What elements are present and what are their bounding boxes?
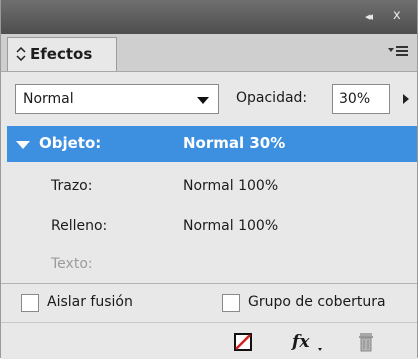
- triangle-right-icon[interactable]: [403, 94, 409, 104]
- chevron-down-icon: [197, 97, 209, 104]
- clear-effects-icon[interactable]: [233, 331, 253, 353]
- checkbox-label: Aislar fusión: [47, 294, 133, 310]
- list-item-fill[interactable]: Relleno: Normal 100%: [7, 208, 417, 248]
- bottom-toolbar: fx: [1, 322, 417, 359]
- opacity-label: Opacidad:: [236, 90, 308, 106]
- level-value: Normal 100%: [183, 178, 279, 194]
- level-name: Relleno:: [51, 218, 108, 234]
- list-item-text: Texto:: [7, 248, 417, 282]
- level-name: Texto:: [51, 256, 93, 272]
- fx-glyph: fx: [291, 332, 310, 352]
- disclosure-triangle-icon[interactable]: [16, 141, 30, 149]
- level-name: Objeto:: [39, 134, 102, 152]
- divider: [1, 283, 417, 284]
- up-down-arrows-icon: [16, 47, 26, 61]
- effects-level-list: Objeto: Normal 30% Trazo: Normal 100% Re…: [7, 126, 417, 286]
- trash-icon[interactable]: [356, 331, 376, 353]
- tab-efectos[interactable]: Efectos: [7, 37, 117, 71]
- blend-mode-value: Normal: [23, 91, 74, 107]
- close-icon[interactable]: x: [393, 9, 405, 23]
- level-value: Normal 30%: [183, 134, 286, 152]
- knockout-group-checkbox[interactable]: Grupo de cobertura: [222, 294, 412, 314]
- blend-mode-select[interactable]: Normal: [15, 84, 219, 114]
- tab-label: Efectos: [30, 45, 93, 63]
- isolate-blending-checkbox[interactable]: Aislar fusión: [21, 294, 181, 314]
- double-chevron-left-icon[interactable]: ◂◂: [365, 11, 383, 23]
- panel-menu-icon[interactable]: [387, 44, 409, 58]
- fx-button[interactable]: fx: [290, 331, 326, 353]
- fx-icon: fx: [291, 332, 322, 352]
- list-item-stroke[interactable]: Trazo: Normal 100%: [7, 168, 417, 208]
- list-item-object[interactable]: Objeto: Normal 30%: [7, 126, 417, 162]
- level-value: Normal 100%: [183, 218, 279, 234]
- checkbox-box[interactable]: [222, 294, 240, 312]
- checkbox-box[interactable]: [21, 294, 39, 312]
- panel-tab-bar: Efectos: [1, 34, 417, 72]
- opacity-input[interactable]: [332, 84, 390, 114]
- effects-panel: ◂◂ x Efectos Normal Opacidad: Objeto: No…: [0, 0, 418, 359]
- panel-title-bar[interactable]: ◂◂ x: [1, 0, 417, 35]
- level-name: Trazo:: [51, 178, 93, 194]
- checkbox-label: Grupo de cobertura: [248, 294, 386, 310]
